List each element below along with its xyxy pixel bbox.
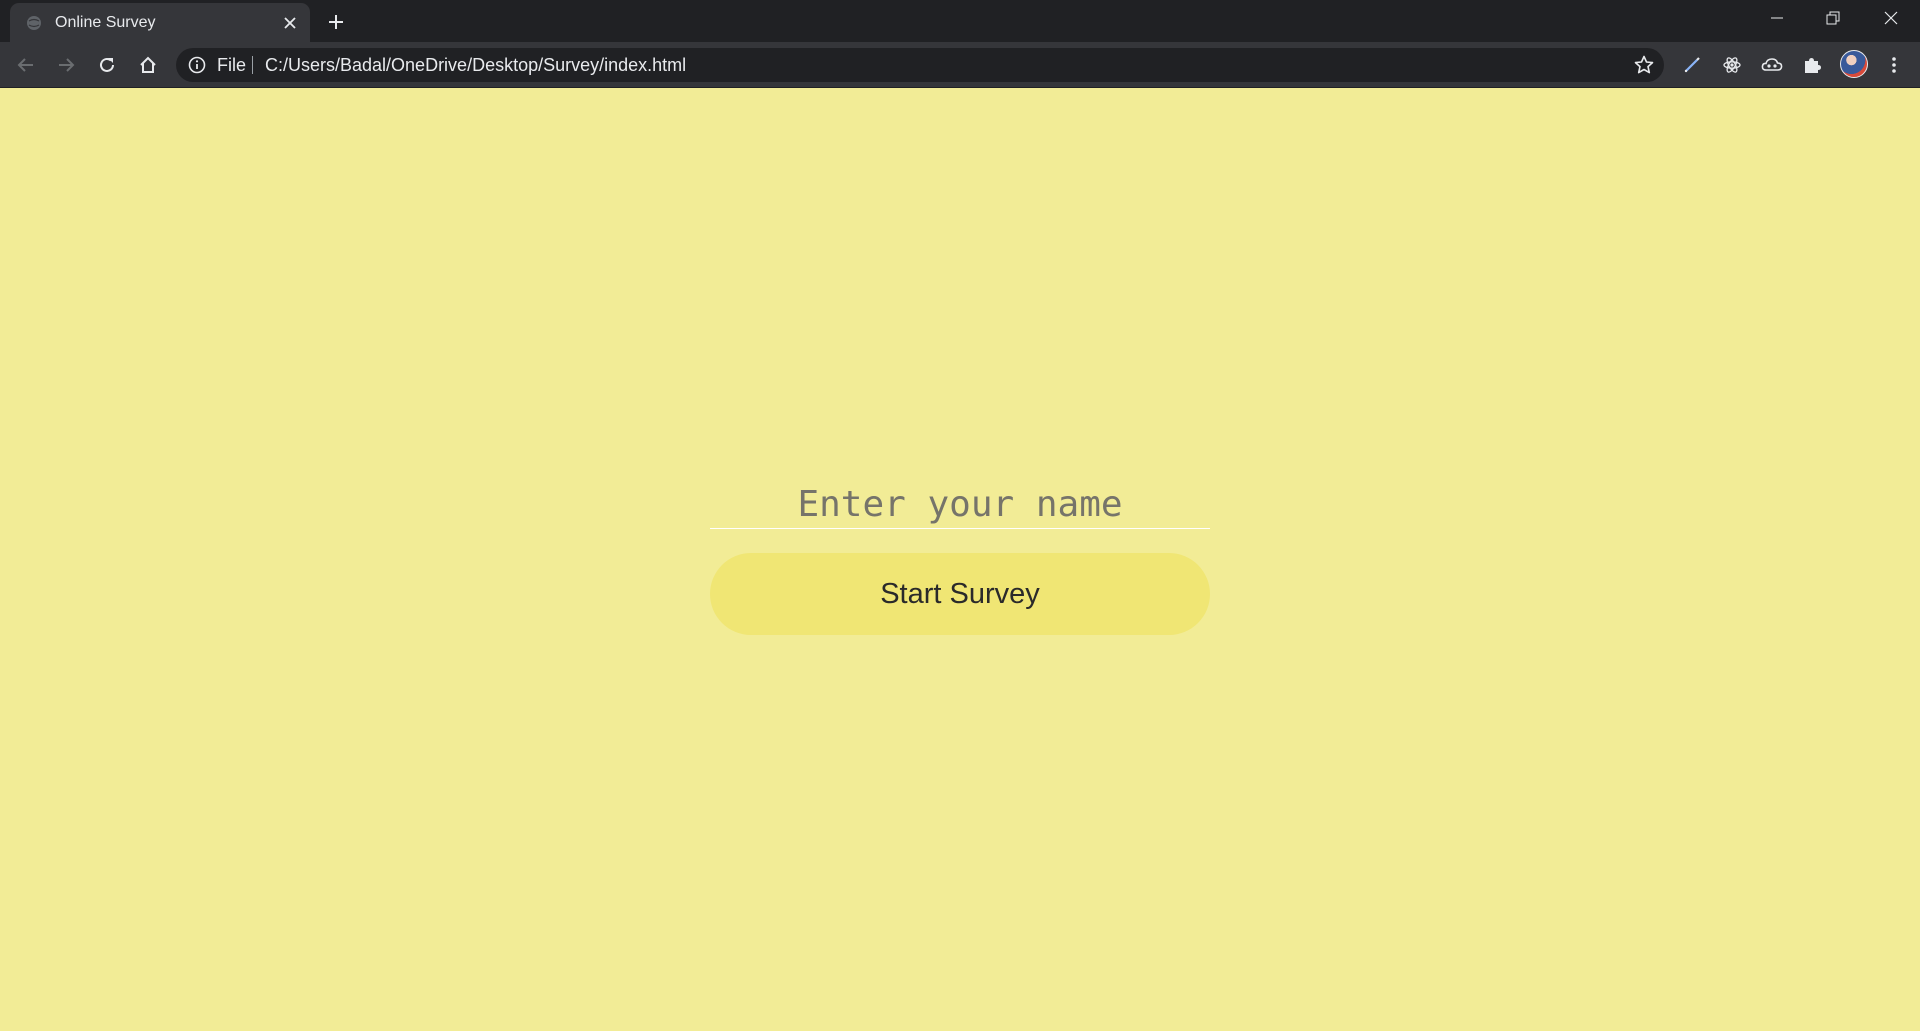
address-separator bbox=[252, 56, 253, 74]
extension-pen-button[interactable] bbox=[1678, 51, 1706, 79]
arrow-left-icon bbox=[17, 58, 33, 72]
page-content: Start Survey bbox=[0, 88, 1920, 1031]
close-icon bbox=[1884, 11, 1898, 25]
scheme-label: File bbox=[217, 55, 247, 75]
url-text[interactable]: C:/Users/Badal/OneDrive/Desktop/Survey/i… bbox=[265, 55, 686, 75]
home-icon bbox=[140, 56, 156, 73]
restore-icon bbox=[1826, 11, 1840, 25]
browser-window: Online Survey File C:/Users/Badal/OneDri… bbox=[0, 0, 1920, 1031]
tab-title: Online Survey bbox=[55, 14, 156, 31]
more-vert-icon bbox=[1892, 57, 1896, 73]
reload-icon bbox=[100, 57, 114, 72]
home-button[interactable] bbox=[134, 51, 162, 79]
extension-react-button[interactable] bbox=[1718, 51, 1746, 79]
close-tab-icon[interactable] bbox=[280, 13, 300, 33]
tab-strip: Online Survey bbox=[0, 0, 1920, 42]
star-icon[interactable] bbox=[1634, 55, 1654, 75]
new-tab-button[interactable] bbox=[322, 8, 350, 36]
info-icon[interactable] bbox=[188, 56, 206, 74]
start-survey-button[interactable]: Start Survey bbox=[710, 553, 1210, 635]
forward-button[interactable] bbox=[52, 51, 80, 79]
minimize-button[interactable] bbox=[1748, 0, 1806, 36]
address-bar[interactable]: File C:/Users/Badal/OneDrive/Desktop/Sur… bbox=[176, 48, 1664, 82]
extensions-button[interactable] bbox=[1798, 51, 1826, 79]
minimize-icon bbox=[1771, 17, 1783, 19]
arrow-right-icon bbox=[59, 58, 75, 72]
profile-avatar[interactable] bbox=[1840, 50, 1868, 78]
menu-button[interactable] bbox=[1880, 51, 1908, 79]
plus-icon bbox=[329, 15, 343, 29]
tab-online-survey[interactable]: Online Survey bbox=[10, 3, 310, 42]
browser-toolbar: File C:/Users/Badal/OneDrive/Desktop/Sur… bbox=[0, 42, 1920, 88]
extension-cloud-button[interactable] bbox=[1758, 51, 1786, 79]
puzzle-icon bbox=[1805, 58, 1821, 73]
pen-icon bbox=[1684, 57, 1700, 73]
react-atom-icon bbox=[1723, 57, 1741, 73]
cloud-icon bbox=[1761, 58, 1783, 71]
close-window-button[interactable] bbox=[1862, 0, 1920, 36]
restore-button[interactable] bbox=[1804, 0, 1862, 36]
name-input[interactable] bbox=[710, 481, 1210, 529]
back-button[interactable] bbox=[12, 51, 40, 79]
globe-icon bbox=[26, 15, 42, 31]
reload-button[interactable] bbox=[93, 51, 121, 79]
